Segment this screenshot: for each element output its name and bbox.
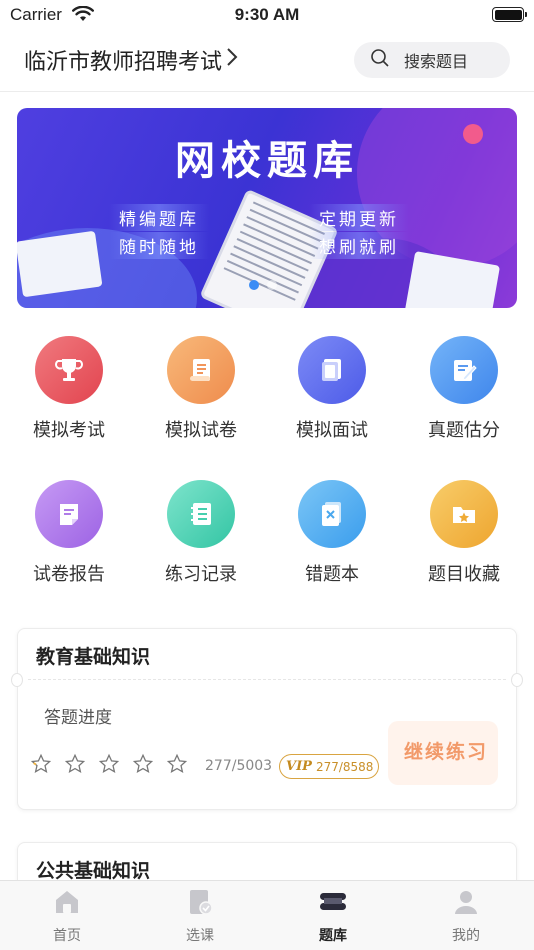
star-icon	[30, 753, 52, 773]
progress-label: 答题进度	[44, 708, 112, 728]
grid-item-label: 模拟试卷	[165, 420, 237, 441]
edit-document-icon	[430, 336, 498, 404]
grid-item-paper-report[interactable]: 试卷报告	[9, 480, 129, 586]
notebook-icon	[167, 480, 235, 548]
tab-label: 题库	[319, 928, 347, 944]
vip-progress-count: 277/8588	[315, 759, 374, 774]
wrong-question-icon	[298, 480, 366, 548]
grid-item-mock-paper[interactable]: 模拟试卷	[141, 336, 261, 442]
paper-illustration	[17, 230, 103, 298]
grid-item-label: 真题估分	[428, 420, 500, 441]
top-header: 临沂市教师招聘考试 搜索题目	[0, 30, 534, 92]
book-icon	[298, 336, 366, 404]
subject-card[interactable]: 教育基础知识 答题进度 277/5003 VIP 277/8588 继续练习	[11, 628, 523, 810]
tab-label: 我的	[452, 928, 480, 944]
exam-title: 临沂市教师招聘考试	[24, 50, 223, 75]
question-bank-icon	[320, 893, 346, 910]
tab-label: 首页	[53, 928, 81, 944]
tab-label: 选课	[186, 928, 214, 944]
profile-icon	[455, 891, 477, 914]
grid-item-label: 模拟考试	[33, 420, 105, 441]
folder-star-icon	[430, 480, 498, 548]
continue-practice-button[interactable]: 继续练习	[404, 737, 488, 764]
tab-question-bank[interactable]: 题库	[283, 887, 383, 945]
progress-count: 277/5003	[205, 758, 273, 774]
battery-icon	[492, 7, 527, 22]
report-icon	[35, 480, 103, 548]
grid-item-wrong-questions[interactable]: 错题本	[272, 480, 392, 586]
star-icon	[132, 753, 154, 773]
chevron-right-icon	[226, 47, 238, 73]
grid-item-label: 题目收藏	[428, 564, 500, 585]
scroll-icon	[167, 336, 235, 404]
vip-badge: VIP 277/8588	[279, 754, 379, 779]
search-placeholder: 搜索题目	[404, 52, 469, 71]
banner-tag: 精编题库	[109, 204, 209, 231]
star-rating	[30, 753, 188, 775]
carousel-indicator	[249, 280, 277, 290]
exam-selector[interactable]: 临沂市教师招聘考试	[24, 44, 238, 76]
carousel-dot[interactable]	[267, 280, 277, 290]
grid-item-mock-exam[interactable]: 模拟考试	[9, 336, 129, 442]
banner-tag: 想刷就刷	[309, 232, 409, 259]
star-icon	[64, 753, 86, 773]
star-icon	[98, 753, 120, 773]
banner-tag: 随时随地	[109, 232, 209, 259]
carousel-dot-active[interactable]	[249, 280, 259, 290]
divider	[28, 679, 506, 680]
grid-item-score-estimate[interactable]: 真题估分	[404, 336, 524, 442]
tab-course-select[interactable]: 选课	[150, 887, 250, 945]
bottom-tab-bar: 首页 选课 题库 我的	[0, 880, 534, 950]
banner-title: 网校题库	[175, 138, 359, 184]
search-bar[interactable]: 搜索题目	[354, 42, 510, 78]
grid-item-mock-interview[interactable]: 模拟面试	[272, 336, 392, 442]
banner-tag: 定期更新	[309, 204, 409, 231]
status-bar: Carrier 9:30 AM	[0, 0, 534, 30]
course-select-icon	[190, 890, 213, 915]
home-icon	[56, 891, 78, 913]
grid-item-label: 试卷报告	[33, 564, 105, 585]
clock: 9:30 AM	[234, 5, 300, 24]
grid-item-label: 模拟面试	[296, 420, 368, 441]
star-icon	[166, 753, 188, 773]
tab-home[interactable]: 首页	[17, 887, 117, 945]
tab-profile[interactable]: 我的	[416, 887, 516, 945]
trophy-icon	[35, 336, 103, 404]
grid-item-label: 错题本	[305, 564, 359, 585]
promo-banner[interactable]: 网校题库 精编题库 随时随地 定期更新 想刷就刷	[17, 108, 517, 308]
subject-title: 公共基础知识	[36, 860, 151, 882]
search-icon	[370, 48, 390, 72]
grid-item-favorites[interactable]: 题目收藏	[404, 480, 524, 586]
subject-title: 教育基础知识	[36, 646, 151, 668]
grid-item-practice-record[interactable]: 练习记录	[141, 480, 261, 586]
vip-logo: VIP	[286, 759, 312, 774]
grid-item-label: 练习记录	[165, 564, 237, 585]
